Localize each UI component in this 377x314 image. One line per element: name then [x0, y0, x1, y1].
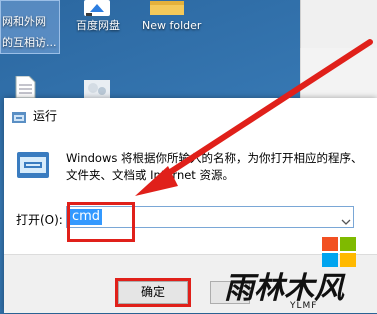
watermark-text: 雨林木风 [224, 271, 346, 306]
red-arrow-annotation [135, 39, 373, 196]
watermark-sub: YLMF [289, 301, 317, 310]
ylmf-watermark: 雨林木风 YLMF [222, 268, 372, 311]
windows-logo-icon [322, 237, 356, 271]
